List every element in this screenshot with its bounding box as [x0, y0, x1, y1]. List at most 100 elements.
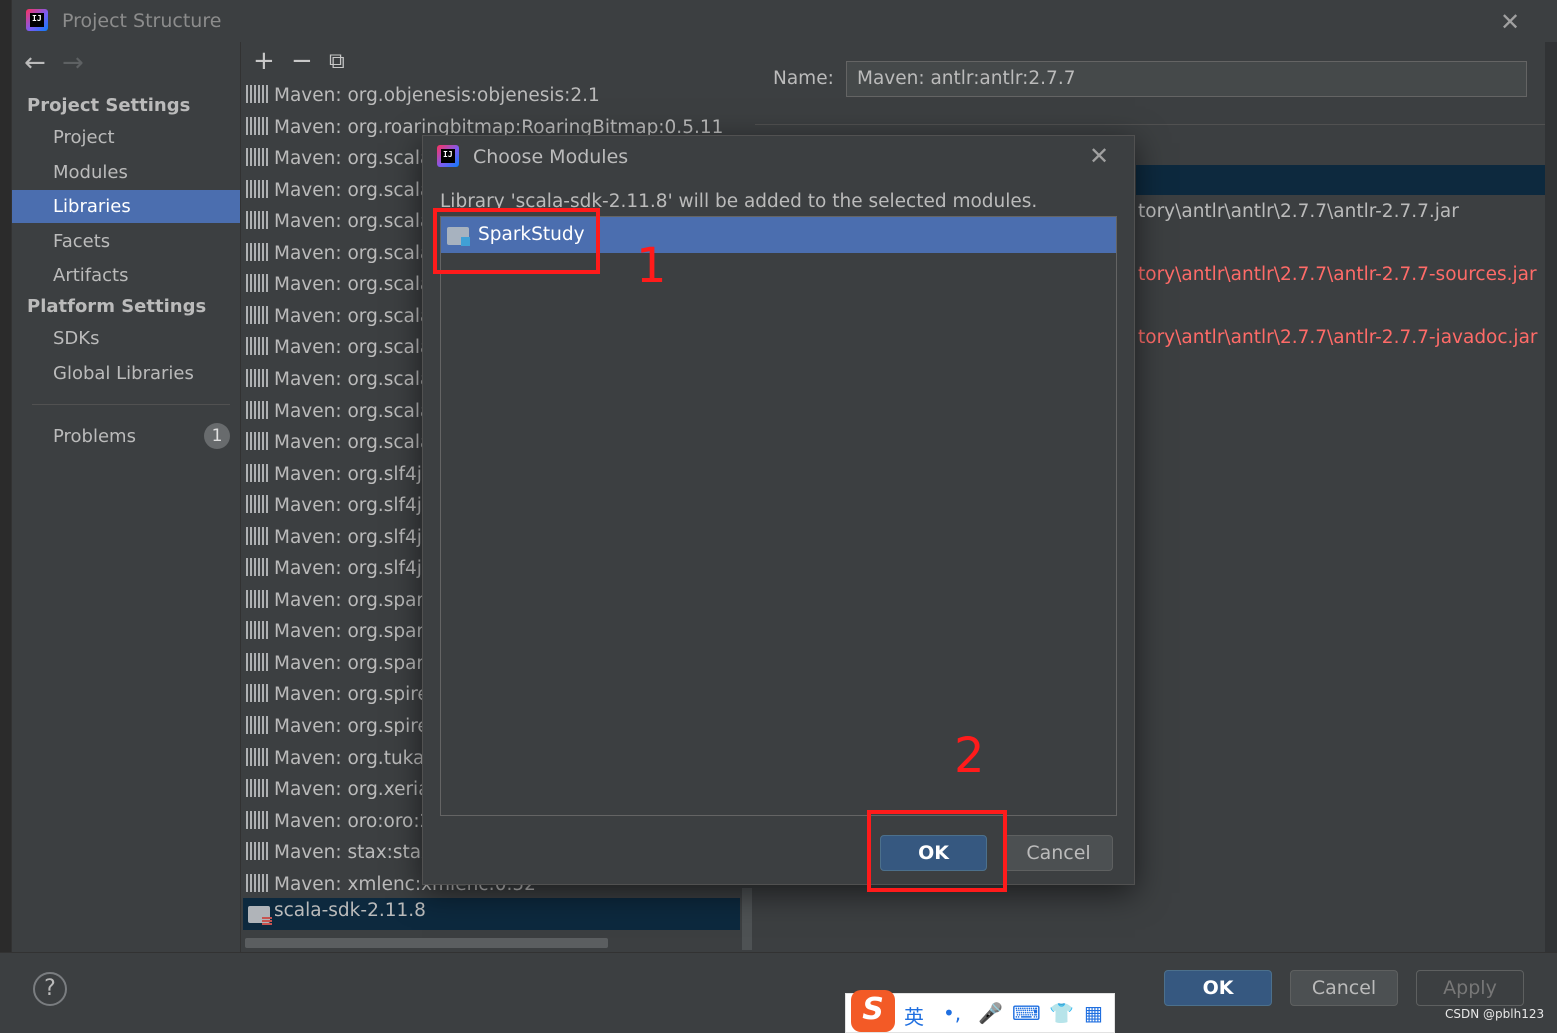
maven-library-icon	[246, 85, 268, 103]
sidebar-item-sdks[interactable]: SDKs	[12, 322, 240, 355]
close-icon[interactable]: ✕	[1500, 8, 1520, 36]
vertical-scrollbar[interactable]	[742, 888, 752, 950]
detail-divider	[755, 124, 1545, 125]
library-label: Maven: org.slf4j:j	[274, 463, 434, 485]
dialog-close-icon[interactable]: ✕	[1089, 142, 1109, 170]
maven-library-icon	[246, 842, 268, 861]
cancel-button[interactable]: Cancel	[1290, 970, 1398, 1006]
apply-button[interactable]: Apply	[1416, 970, 1524, 1006]
microphone-icon[interactable]: 🎤	[978, 1001, 1003, 1025]
maven-library-icon	[246, 368, 268, 387]
maven-library-icon	[246, 621, 268, 640]
maven-library-icon	[246, 495, 268, 514]
module-list	[440, 216, 1117, 816]
classes-path[interactable]: tory\antlr\antlr\2.7.7\antlr-2.7.7.jar	[1138, 201, 1459, 222]
keyboard-icon[interactable]: ⌨	[1012, 1001, 1041, 1025]
maven-library-icon	[246, 274, 268, 293]
problems-count-badge: 1	[204, 423, 230, 449]
ime-punctuation-icon[interactable]: •,	[943, 1001, 961, 1025]
library-label: Maven: org.scala-	[274, 179, 438, 201]
library-label: Maven: oro:oro:2.	[274, 810, 438, 832]
library-label: Maven: org.scala-	[274, 337, 438, 359]
sidebar-item-facets[interactable]: Facets	[12, 225, 240, 258]
skin-shirt-icon[interactable]: 👕	[1049, 1001, 1074, 1025]
library-folder-icon	[248, 906, 272, 925]
horizontal-scrollbar[interactable]	[245, 938, 608, 948]
apps-grid-icon[interactable]: ▦	[1084, 1001, 1103, 1025]
platform-settings-header: Platform Settings	[27, 296, 207, 317]
name-label: Name:	[773, 68, 834, 89]
maven-library-icon	[246, 779, 268, 798]
maven-library-icon	[246, 242, 268, 261]
library-row-selected[interactable]: scala-sdk-2.11.8	[243, 898, 740, 930]
library-label: Maven: org.spark	[274, 652, 435, 674]
sidebar-item-global-libraries[interactable]: Global Libraries	[12, 357, 240, 390]
ime-language-toggle[interactable]: 英	[904, 1001, 924, 1030]
maven-library-icon	[246, 589, 268, 608]
library-label: Maven: org.spark	[274, 589, 435, 611]
library-row[interactable]: Maven: org.objenesis:objenesis:2.1	[241, 80, 741, 111]
intellij-logo-icon: IJ	[437, 145, 459, 167]
sidebar-item-modules[interactable]: Modules	[12, 156, 240, 189]
library-label: Maven: org.slf4j:s	[274, 558, 438, 580]
library-label: Maven: stax:stax-	[274, 842, 439, 864]
forward-arrow-icon[interactable]: →	[62, 48, 84, 78]
maven-library-icon	[246, 810, 268, 829]
library-label: Maven: org.scalar	[274, 432, 439, 454]
help-button[interactable]: ?	[33, 972, 67, 1006]
name-field[interactable]: Maven: antlr:antlr:2.7.7	[846, 61, 1527, 97]
library-label: Maven: org.scala-	[274, 242, 438, 264]
maven-library-icon	[246, 873, 268, 892]
maven-library-icon	[246, 652, 268, 671]
title-bar	[12, 0, 1545, 42]
detail-selected-row[interactable]	[1136, 165, 1545, 195]
library-label: Maven: org.spire-	[274, 716, 436, 737]
library-label: Maven: org.xerial	[274, 779, 435, 801]
library-label: Maven: org.tukaa	[274, 747, 436, 769]
library-label: Maven: org.spire-	[274, 684, 436, 706]
dialog-title: Choose Modules	[473, 146, 629, 168]
javadoc-path[interactable]: tory\antlr\antlr\2.7.7\antlr-2.7.7-javad…	[1138, 327, 1538, 348]
ok-button[interactable]: OK	[1164, 970, 1272, 1006]
project-structure-window: IJ Project Structure ✕ ← → Project Setti…	[0, 0, 1557, 1033]
watermark: CSDN @pblh123	[1445, 1007, 1545, 1021]
maven-library-icon	[246, 211, 268, 230]
annotation-number-2: 2	[954, 728, 985, 784]
dialog-cancel-button[interactable]: Cancel	[1004, 835, 1113, 871]
sidebar-item-libraries[interactable]: Libraries	[12, 190, 240, 223]
sources-path[interactable]: tory\antlr\antlr\2.7.7\antlr-2.7.7-sourc…	[1138, 264, 1537, 285]
window-title: Project Structure	[62, 10, 222, 32]
back-arrow-icon[interactable]: ←	[24, 48, 46, 78]
maven-library-icon	[246, 116, 268, 135]
library-label: Maven: org.spark	[274, 621, 435, 643]
maven-library-icon	[246, 684, 268, 703]
library-label: Maven: org.slf4j:s	[274, 526, 438, 548]
add-icon[interactable]: +	[253, 46, 275, 76]
sogou-logo-icon[interactable]: S	[851, 990, 895, 1032]
library-label: Maven: org.scala-	[274, 211, 438, 233]
remove-icon[interactable]: −	[291, 46, 313, 76]
library-label: Maven: org.scala-	[274, 368, 438, 390]
library-label: scala-sdk-2.11.8	[274, 900, 426, 921]
maven-library-icon	[246, 716, 268, 734]
library-label: Maven: org.scalar	[274, 400, 439, 422]
maven-library-icon	[246, 400, 268, 419]
library-label: Maven: org.scala-	[274, 148, 438, 170]
right-scrollbar[interactable]	[1545, 42, 1557, 952]
maven-library-icon	[246, 432, 268, 451]
sidebar-item-artifacts[interactable]: Artifacts	[12, 259, 240, 292]
maven-library-icon	[246, 337, 268, 356]
maven-library-icon	[246, 148, 268, 167]
copy-icon[interactable]: ⧉	[329, 49, 345, 74]
sidebar-item-project[interactable]: Project	[12, 121, 240, 154]
background-editor-edge	[0, 0, 12, 1033]
maven-library-icon	[246, 526, 268, 545]
maven-library-icon	[246, 558, 268, 577]
library-label: Maven: org.scala-	[274, 305, 438, 327]
library-label: Maven: org.objenesis:objenesis:2.1	[274, 85, 600, 106]
sidebar-divider	[32, 404, 230, 405]
maven-library-icon	[246, 463, 268, 482]
maven-library-icon	[246, 747, 268, 766]
settings-sidebar: ← → Project Settings Project Modules Lib…	[12, 42, 240, 952]
intellij-logo-icon: IJ	[26, 9, 48, 31]
